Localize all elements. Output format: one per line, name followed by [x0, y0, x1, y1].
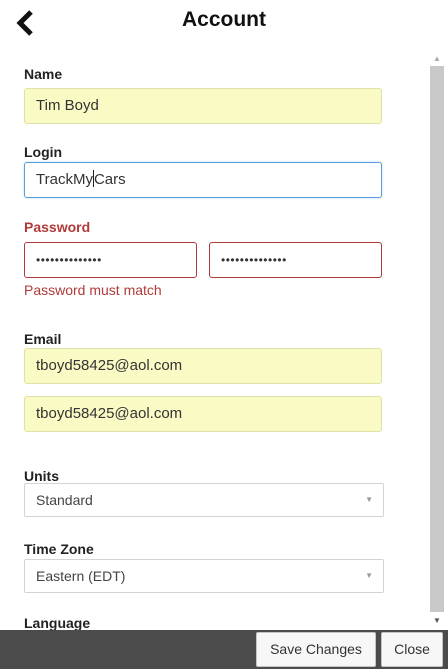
close-button[interactable]: Close	[381, 632, 443, 667]
save-changes-button[interactable]: Save Changes	[256, 632, 376, 667]
password-field[interactable]: ••••••••••••••	[24, 242, 197, 278]
scrollbar[interactable]: ▲ ▼	[426, 46, 448, 630]
scroll-up-arrow-icon[interactable]: ▲	[426, 54, 448, 66]
timezone-select[interactable]: Eastern (EDT) ▼	[24, 559, 384, 593]
password-error-message: Password must match	[24, 282, 162, 298]
language-label: Language	[24, 615, 91, 630]
units-selected-value: Standard	[36, 492, 93, 508]
footer-bar: Save Changes Close	[0, 630, 448, 669]
name-label: Name	[24, 66, 63, 82]
units-label: Units	[24, 468, 59, 484]
login-value-end: Cars	[93, 171, 126, 188]
login-value-start: TrackMy	[36, 171, 93, 188]
login-field[interactable]: TrackMyCars	[24, 162, 382, 198]
email-confirm-field[interactable]: tboyd58425@aol.com	[24, 396, 382, 432]
login-label: Login	[24, 144, 63, 160]
password-label: Password	[24, 219, 91, 235]
email-label: Email	[24, 331, 62, 347]
page-title: Account	[182, 8, 266, 31]
password-confirm-field[interactable]: ••••••••••••••	[209, 242, 382, 278]
account-form: Name Tim Boyd Login TrackMyCars Password…	[0, 46, 426, 630]
units-select[interactable]: Standard ▼	[24, 483, 384, 517]
email-field[interactable]: tboyd58425@aol.com	[24, 348, 382, 384]
name-field[interactable]: Tim Boyd	[24, 88, 382, 124]
timezone-selected-value: Eastern (EDT)	[36, 568, 126, 584]
header: Account	[0, 0, 448, 46]
scroll-down-arrow-icon[interactable]: ▼	[426, 616, 448, 628]
dropdown-arrow-icon: ▼	[365, 571, 373, 580]
scroll-thumb[interactable]	[430, 66, 444, 612]
timezone-label: Time Zone	[24, 541, 94, 557]
dropdown-arrow-icon: ▼	[365, 495, 373, 504]
